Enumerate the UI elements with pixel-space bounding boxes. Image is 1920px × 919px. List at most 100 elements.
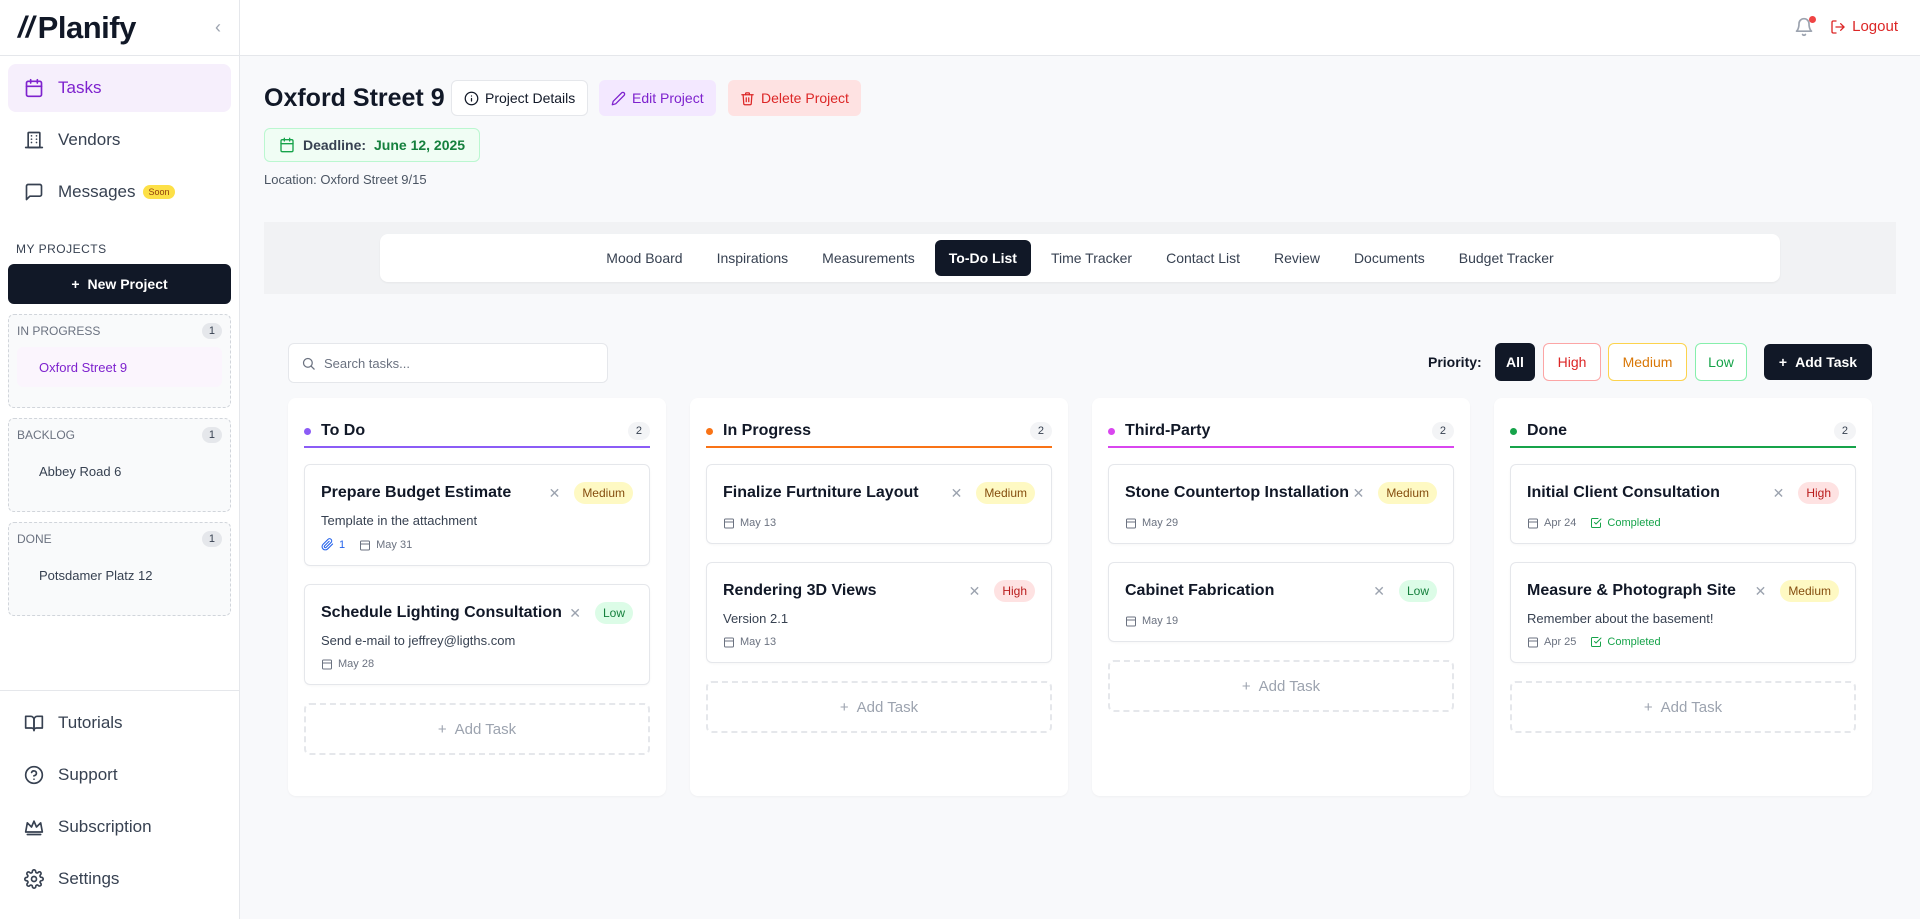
edit-project-button[interactable]: Edit Project: [599, 80, 716, 116]
tab-measurements[interactable]: Measurements: [808, 240, 929, 276]
task-title: Finalize Furtniture Layout: [723, 484, 951, 502]
due-date: Apr 25: [1527, 636, 1576, 648]
task-card[interactable]: Rendering 3D Views ✕ High Version 2.1 Ma…: [706, 562, 1052, 663]
tab-time-tracker[interactable]: Time Tracker: [1037, 240, 1146, 276]
calendar-icon: [359, 539, 371, 551]
add-task-card-button[interactable]: + Add Task: [1510, 681, 1856, 733]
add-task-button[interactable]: + Add Task: [1764, 344, 1872, 380]
pencil-icon: [611, 91, 626, 106]
search-input[interactable]: [324, 356, 584, 371]
tab-mood-board[interactable]: Mood Board: [592, 240, 696, 276]
close-icon[interactable]: ✕: [1353, 485, 1365, 502]
add-task-card-button[interactable]: + Add Task: [304, 703, 650, 755]
close-icon[interactable]: ✕: [1755, 583, 1767, 600]
task-card[interactable]: Measure & Photograph Site ✕ Medium Remem…: [1510, 562, 1856, 663]
delete-project-button[interactable]: Delete Project: [728, 80, 861, 116]
task-card[interactable]: Prepare Budget Estimate ✕ Medium Templat…: [304, 464, 650, 566]
close-icon[interactable]: ✕: [969, 583, 981, 600]
task-description: Remember about the basement!: [1527, 611, 1839, 626]
priority-badge: High: [994, 580, 1035, 602]
column-count: 2: [1834, 422, 1856, 440]
sidebar: // Planify ‹ Tasks Vendors Messages Soon…: [0, 0, 240, 919]
column-divider: [706, 446, 1052, 448]
nav-item-tasks[interactable]: Tasks: [8, 64, 231, 112]
tab-documents[interactable]: Documents: [1340, 240, 1439, 276]
app-logo[interactable]: // Planify: [18, 10, 136, 46]
due-date: May 31: [359, 539, 412, 551]
close-icon[interactable]: ✕: [569, 605, 581, 622]
close-icon[interactable]: ✕: [549, 485, 561, 502]
nav-item-vendors[interactable]: Vendors: [8, 116, 231, 164]
notifications-button[interactable]: [1794, 17, 1814, 42]
plus-icon: +: [438, 721, 447, 738]
tab-review[interactable]: Review: [1260, 240, 1334, 276]
completed-label: Completed: [1607, 636, 1660, 648]
calendar-icon: [723, 636, 735, 648]
nav-item-tutorials[interactable]: Tutorials: [8, 699, 232, 747]
new-project-button[interactable]: + New Project: [8, 264, 231, 304]
card-list: Finalize Furtniture Layout ✕ Medium May …: [706, 464, 1052, 733]
priority-badge: Medium: [976, 482, 1035, 504]
due-date-value: May 13: [740, 636, 776, 648]
column-title: To Do: [321, 422, 365, 440]
tab-budget-tracker[interactable]: Budget Tracker: [1445, 240, 1568, 276]
project-item-oxford-street-9[interactable]: Oxford Street 9: [17, 347, 222, 387]
card-header: Finalize Furtniture Layout ✕ Medium: [723, 479, 1035, 507]
logout-button[interactable]: Logout: [1830, 18, 1898, 35]
nav-item-label: Tutorials: [58, 713, 123, 733]
priority-filter-medium[interactable]: Medium: [1608, 343, 1687, 381]
nav-item-subscription[interactable]: Subscription: [8, 803, 232, 851]
column-title: Done: [1527, 422, 1567, 440]
nav-item-label: Messages: [58, 182, 135, 202]
card-header: Initial Client Consultation ✕ High: [1527, 479, 1839, 507]
task-card[interactable]: Cabinet Fabrication ✕ Low May 19: [1108, 562, 1454, 642]
calendar-icon: [321, 658, 333, 670]
collapse-sidebar-chevron-icon[interactable]: ‹: [215, 17, 221, 38]
project-details-button[interactable]: Project Details: [451, 80, 588, 116]
task-card[interactable]: Schedule Lighting Consultation ✕ Low Sen…: [304, 584, 650, 685]
nav-item-support[interactable]: Support: [8, 751, 232, 799]
add-task-card-button[interactable]: + Add Task: [706, 681, 1052, 733]
close-icon[interactable]: ✕: [951, 485, 963, 502]
nav-item-label: Subscription: [58, 817, 152, 837]
attachment-count[interactable]: 1: [321, 538, 345, 551]
completed-status: Completed: [1590, 517, 1660, 529]
project-group-done: DONE 1 Potsdamer Platz 12: [8, 522, 231, 616]
project-group-header: DONE 1: [17, 531, 222, 547]
top-bar: Logout: [240, 0, 1920, 56]
add-task-label: Add Task: [1795, 354, 1857, 370]
task-card[interactable]: Stone Countertop Installation ✕ Medium M…: [1108, 464, 1454, 544]
task-title: Rendering 3D Views: [723, 582, 969, 600]
project-item-abbey-road-6[interactable]: Abbey Road 6: [17, 451, 222, 491]
status-dot: [1108, 428, 1115, 435]
column-third-party: Third-Party 2 Stone Countertop Installat…: [1092, 398, 1470, 796]
priority-badge: Medium: [1378, 482, 1437, 504]
card-header: Prepare Budget Estimate ✕ Medium: [321, 479, 633, 507]
tab-contact-list[interactable]: Contact List: [1152, 240, 1254, 276]
due-date-value: Apr 25: [1544, 636, 1576, 648]
column-header: To Do 2: [304, 416, 650, 446]
task-card[interactable]: Initial Client Consultation ✕ High Apr 2…: [1510, 464, 1856, 544]
priority-filter-high[interactable]: High: [1543, 343, 1601, 381]
attachment-count-value: 1: [339, 539, 345, 551]
task-card[interactable]: Finalize Furtniture Layout ✕ Medium May …: [706, 464, 1052, 544]
nav-item-settings[interactable]: Settings: [8, 855, 232, 903]
close-icon[interactable]: ✕: [1373, 583, 1385, 600]
priority-badge: Medium: [574, 482, 633, 504]
due-date-value: May 13: [740, 517, 776, 529]
priority-badge: Medium: [1780, 580, 1839, 602]
nav-item-label: Support: [58, 765, 118, 785]
nav-item-messages[interactable]: Messages Soon: [8, 168, 231, 216]
soon-badge: Soon: [143, 185, 174, 199]
project-item-potsdamer-platz-12[interactable]: Potsdamer Platz 12: [17, 555, 222, 595]
tab-inspirations[interactable]: Inspirations: [703, 240, 803, 276]
calendar-icon: [24, 78, 44, 98]
priority-filter-low[interactable]: Low: [1695, 343, 1747, 381]
task-title: Prepare Budget Estimate: [321, 484, 549, 502]
add-task-card-button[interactable]: + Add Task: [1108, 660, 1454, 712]
check-square-icon: [1590, 517, 1602, 529]
tab-to-do-list[interactable]: To-Do List: [935, 240, 1031, 276]
task-meta: May 13: [723, 636, 1035, 648]
priority-filter-all[interactable]: All: [1495, 343, 1535, 381]
close-icon[interactable]: ✕: [1773, 485, 1785, 502]
